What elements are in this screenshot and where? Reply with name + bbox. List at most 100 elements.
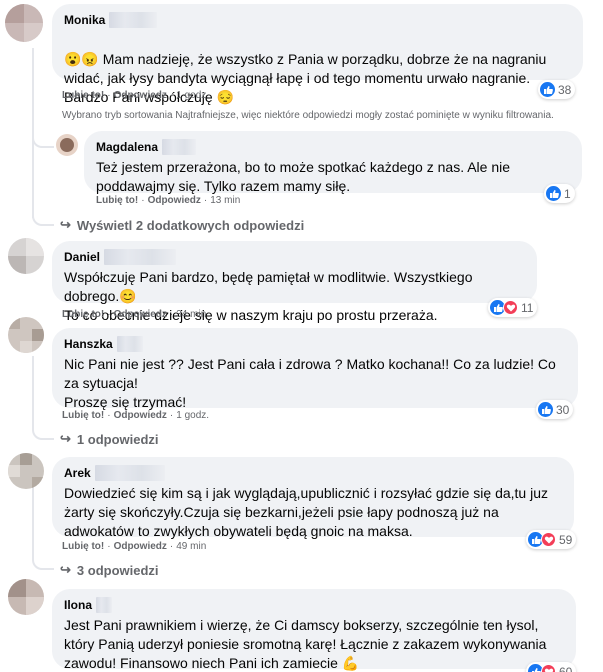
comment-time[interactable]: 13 min (210, 195, 240, 206)
reply-button[interactable]: Odpowiedz (114, 309, 167, 320)
like-button[interactable]: Lubię to! (62, 541, 104, 552)
thread-line (32, 356, 34, 416)
like-button[interactable]: Lubię to! (62, 90, 104, 101)
comment-actions: Lubię to! · Odpowiedz · 34 min (62, 309, 206, 320)
comment-author[interactable]: Monika (64, 12, 571, 28)
author-name[interactable]: Ilona (64, 598, 92, 612)
comment-time[interactable]: 1 godz. (176, 90, 209, 101)
like-button[interactable]: Lubię to! (62, 410, 104, 421)
comment-author[interactable]: Ilona (64, 597, 564, 613)
reply-text: Też jestem przerażona, bo to może spotka… (96, 159, 511, 194)
separator: · (203, 195, 208, 206)
redacted-name (94, 465, 165, 481)
view-replies-button[interactable]: ↪ 3 odpowiedzi (60, 562, 159, 578)
view-more-label: Wyświetl 2 dodatkowych odpowiedzi (76, 217, 305, 233)
avatar[interactable] (8, 453, 44, 489)
like-icon (540, 82, 555, 97)
reaction-number: 60 (559, 664, 573, 672)
view-more-replies-button[interactable]: ↪ Wyświetl 2 dodatkowych odpowiedzi (60, 217, 304, 233)
author-name[interactable]: Monika (64, 13, 105, 27)
comment-text: Jest Pani prawnikiem i wierzę, że Ci dam… (64, 616, 564, 672)
reply-bubble: Magdalena Też jestem przerażona, bo to m… (84, 131, 582, 194)
reply-arrow-icon: ↪ (60, 431, 71, 446)
redacted-name (116, 336, 143, 352)
reaction-count[interactable]: 38 (538, 80, 576, 99)
comment-bubble: Monika 😮😠 Mam nadzieję, że wszystko z Pa… (52, 4, 583, 105)
comment-time[interactable]: 49 min (176, 541, 206, 552)
thread-elbow (32, 112, 54, 148)
love-icon (541, 664, 556, 672)
comment-bubble: Hanszka Nic Pani nie jest ?? Jest Pani c… (52, 328, 578, 410)
avatar[interactable] (8, 579, 44, 615)
replies-label: 3 odpowiedzi (76, 562, 159, 578)
separator: · (107, 541, 111, 552)
reply-arrow-icon: ↪ (60, 217, 71, 232)
redacted-name (96, 597, 113, 613)
reaction-count[interactable]: 30 (536, 400, 574, 419)
like-button[interactable]: Lubię to! (62, 309, 104, 320)
separator: · (169, 541, 174, 552)
reaction-count[interactable]: 1 (544, 184, 575, 203)
comment-bubble: Arek Dowiedzieć się kim są i jak wygląda… (52, 457, 574, 539)
redacted-name (109, 12, 158, 28)
replies-label: 1 odpowiedzi (76, 431, 159, 447)
separator: · (169, 410, 174, 421)
reply-arrow-icon: ↪ (60, 562, 71, 577)
reaction-number: 38 (558, 82, 572, 97)
separator: · (107, 90, 111, 101)
thread-elbow (32, 414, 54, 440)
avatar[interactable] (5, 4, 43, 42)
thread-elbow (32, 200, 54, 226)
emoji-icon: 😔 (212, 89, 234, 105)
reaction-number: 1 (564, 186, 571, 201)
redacted-name (162, 139, 197, 155)
reply-author[interactable]: Magdalena (96, 139, 570, 155)
like-button[interactable]: Lubię to! (96, 195, 138, 206)
reply-button[interactable]: Odpowiedz (148, 195, 201, 206)
like-icon (546, 186, 561, 201)
comment-time[interactable]: 34 min (176, 309, 206, 320)
comment-author[interactable]: Hanszka (64, 336, 566, 352)
comment-actions: Lubię to! · Odpowiedz · 1 godz. (62, 90, 209, 101)
comment-actions: Lubię to! · Odpowiedz · 1 godz. (62, 410, 209, 421)
emoji-icon: 💪 (337, 655, 360, 671)
love-icon (503, 300, 518, 315)
avatar[interactable] (56, 134, 78, 156)
comment-text: Nic Pani nie jest ?? Jest Pani cała i zd… (64, 356, 556, 410)
reply-button[interactable]: Odpowiedz (114, 410, 167, 421)
separator: · (107, 309, 111, 320)
reaction-count[interactable]: 59 (526, 530, 577, 549)
separator: · (107, 410, 111, 421)
author-name[interactable]: Arek (64, 466, 91, 480)
reaction-count[interactable]: 11 (488, 298, 538, 317)
reaction-number: 59 (559, 532, 573, 547)
comment-author[interactable]: Daniel (64, 249, 525, 265)
avatar[interactable] (8, 238, 44, 274)
reply-button[interactable]: Odpowiedz (114, 541, 167, 552)
thread-elbow (32, 540, 54, 570)
author-name[interactable]: Magdalena (96, 140, 158, 154)
author-name[interactable]: Hanszka (64, 337, 113, 351)
comment-bubble: Ilona Jest Pani prawnikiem i wierzę, że … (52, 589, 576, 672)
separator: · (169, 309, 174, 320)
comment-author[interactable]: Arek (64, 465, 562, 481)
like-icon (538, 402, 553, 417)
comment-text: Dowiedzieć się kim są i jak wyglądają,up… (64, 485, 548, 539)
avatar[interactable] (8, 317, 44, 353)
author-name[interactable]: Daniel (64, 250, 100, 264)
thread-line (32, 486, 34, 542)
comment-bubble: Daniel Współczuję Pani bardzo, będę pami… (52, 241, 537, 323)
view-replies-button[interactable]: ↪ 1 odpowiedzi (60, 431, 159, 447)
comment-body: Jest Pani prawnikiem i wierzę, że Ci dam… (64, 617, 547, 671)
separator: · (169, 90, 174, 101)
reaction-count[interactable]: 60 (526, 662, 577, 672)
sort-note: Wybrano tryb sortowania Najtrafniejsze, … (62, 110, 554, 121)
reaction-number: 11 (521, 300, 534, 315)
comment-actions: Lubię to! · Odpowiedz · 49 min (62, 541, 206, 552)
comment-time[interactable]: 1 godz. (176, 410, 209, 421)
separator: · (141, 195, 145, 206)
reply-button[interactable]: Odpowiedz (114, 90, 167, 101)
reply-actions: Lubię to! · Odpowiedz · 13 min (96, 195, 240, 206)
emoji-icon: 😮😠 (64, 51, 103, 67)
emoji-icon: 😊 (119, 288, 137, 304)
